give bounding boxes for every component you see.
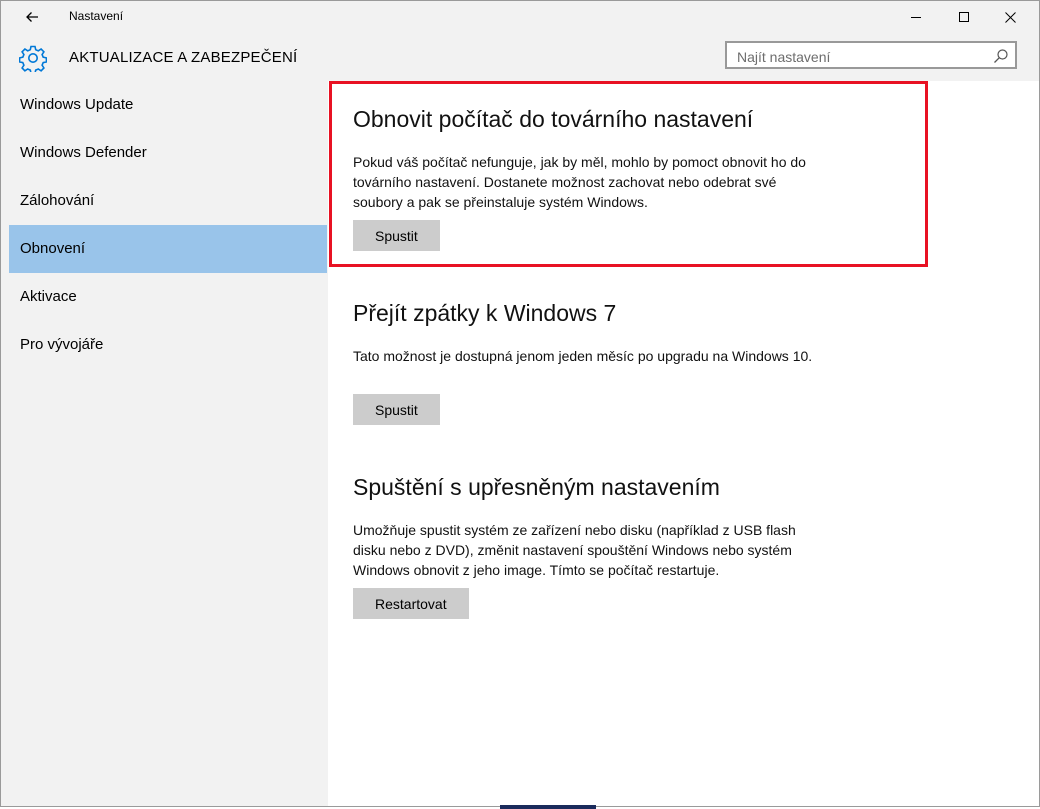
advanced-startup-heading: Spuštění s upřesněným nastavením	[353, 474, 720, 500]
go-back-start-button[interactable]: Spustit	[353, 394, 440, 425]
advanced-startup-description: Umožňuje spustit systém ze zařízení nebo…	[353, 522, 796, 578]
maximize-button[interactable]	[941, 1, 987, 33]
settings-header: AKTUALIZACE A ZABEZPEČENÍ	[1, 33, 1039, 81]
minimize-icon	[910, 16, 921, 18]
back-button[interactable]	[15, 5, 49, 29]
close-icon	[1004, 11, 1016, 23]
sidebar-item-backup[interactable]: Zálohování	[9, 177, 327, 225]
sidebar-item-windows-update[interactable]: Windows Update	[9, 81, 327, 129]
reset-pc-description: Pokud váš počítač nefunguje, jak by měl,…	[353, 154, 806, 210]
back-arrow-icon	[26, 12, 38, 22]
reset-pc-start-button[interactable]: Spustit	[353, 220, 440, 251]
search-icon[interactable]	[993, 48, 1009, 64]
close-button[interactable]	[987, 1, 1033, 33]
window-title: Nastavení	[69, 9, 124, 23]
sidebar-item-activation[interactable]: Aktivace	[9, 273, 327, 321]
search-input[interactable]	[735, 46, 989, 68]
taskbar-edge	[500, 805, 596, 809]
sidebar: Windows Update Windows Defender Zálohová…	[1, 81, 328, 806]
section-title: AKTUALIZACE A ZABEZPEČENÍ	[69, 49, 298, 66]
reset-pc-heading: Obnovit počítač do továrního nastavení	[353, 106, 754, 132]
settings-window: Nastavení AKTUALIZACE A ZABEZPEČENÍ Nají…	[0, 0, 1040, 807]
maximize-icon	[958, 11, 969, 22]
go-back-description: Tato možnost je dostupná jenom jeden měs…	[353, 348, 813, 364]
gear-icon	[19, 45, 47, 72]
sidebar-item-recovery[interactable]: Obnovení	[9, 225, 327, 273]
title-bar: Nastavení	[1, 1, 1039, 33]
search-box[interactable]	[725, 41, 1017, 69]
restart-now-button[interactable]: Restartovat	[353, 588, 469, 619]
sidebar-item-for-developers[interactable]: Pro vývojáře	[9, 321, 327, 369]
minimize-button[interactable]	[893, 1, 939, 33]
main-content: Obnovit počítač do továrního nastavení P…	[329, 81, 1039, 806]
go-back-heading: Přejít zpátky k Windows 7	[353, 300, 617, 326]
sidebar-item-windows-defender[interactable]: Windows Defender	[9, 129, 327, 177]
